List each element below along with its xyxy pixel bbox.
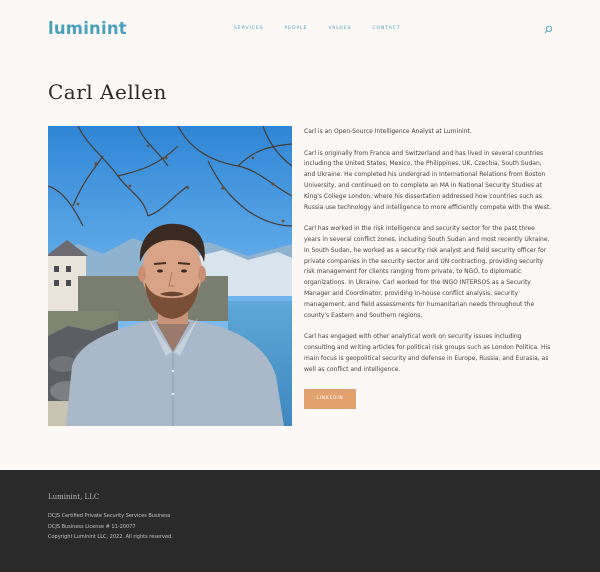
profile-photo xyxy=(48,126,292,426)
footer-copyright: Copyright Luminint LLC, 2022. All rights… xyxy=(48,534,173,540)
nav-contact[interactable]: CONTACT xyxy=(372,26,400,31)
bio-paragraph-3: Carl has worked in the risk intelligence… xyxy=(304,225,550,319)
footer-certification: DCJS Certified Private Security Services… xyxy=(48,513,171,519)
bio-section: Carl is an Open-Source Intelligence Anal… xyxy=(304,127,552,410)
nav-services[interactable]: SERVICES xyxy=(234,26,263,31)
site-header: luminint SERVICES PEOPLE VALUES CONTACT xyxy=(0,0,600,60)
site-footer: Luminint, LLC DCJS Certified Private Sec… xyxy=(0,470,600,572)
bio-paragraph-4: Carl has engaged with other analytical w… xyxy=(304,333,551,373)
page-title: Carl Aellen xyxy=(48,80,167,104)
main-nav: SERVICES PEOPLE VALUES CONTACT xyxy=(234,26,400,31)
nav-values[interactable]: VALUES xyxy=(328,26,351,31)
footer-license: DCJS Business License # 11-20077 xyxy=(48,523,136,530)
footer-brand: Luminint, LLC xyxy=(48,493,100,501)
bio-paragraph-1: Carl is an Open-Source Intelligence Anal… xyxy=(304,128,472,135)
bio-paragraph-2: Carl is originally from France and Switz… xyxy=(304,149,551,211)
site-logo[interactable]: luminint xyxy=(48,19,127,38)
footer-info: DCJS Certified Private Security Services… xyxy=(48,511,173,543)
nav-people[interactable]: PEOPLE xyxy=(284,26,307,31)
search-icon[interactable] xyxy=(544,25,553,34)
linkedin-button[interactable]: LINKEDIN xyxy=(304,389,356,410)
